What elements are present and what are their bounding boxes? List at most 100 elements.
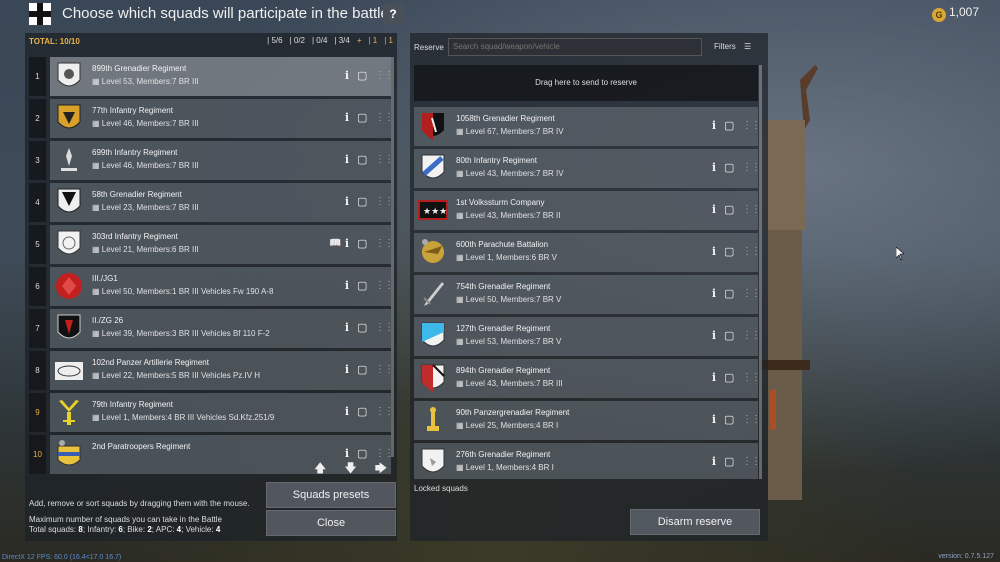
info-icon[interactable]: i [342,153,352,167]
bookmark-icon[interactable]: ▢ [724,371,734,385]
drag-handle-icon[interactable]: ⋮⋮ [375,405,394,419]
reserve-scrollbar[interactable] [759,65,762,479]
info-icon[interactable]: i [342,195,352,209]
squad-row[interactable]: 6 III./JG1 ▦ Level 50, Members:1 BR III Ve… [29,267,394,306]
info-icon[interactable]: i [709,287,719,301]
squad-card[interactable]: 102nd Panzer Artillerie Regiment ▦ Level … [50,351,394,390]
bookmark-icon[interactable]: ▢ [724,119,734,133]
squad-row[interactable]: 3 699th Infantry Regiment ▦ Level 46, Memb… [29,141,394,180]
squad-card[interactable]: III./JG1 ▦ Level 50, Members:1 BR III Veh… [50,267,394,306]
squad-card[interactable]: 58th Grenadier Regiment ▦ Level 23, Membe… [50,183,394,222]
arrow-down-icon[interactable]: 🡇 [344,459,356,480]
squad-row[interactable]: 9 79th Infantry Regiment ▦ Level 1, Member… [29,393,394,432]
bookmark-icon[interactable]: ▢ [724,161,734,175]
reserve-squads-list[interactable]: 1058th Grenadier Regiment ▦ Level 67, Mem… [414,107,758,479]
reserve-squad-row[interactable]: 276th Grenadier Regiment ▦ Level 1, Membe… [414,443,758,479]
squads-presets-button[interactable]: Squads presets [266,482,396,508]
squad-card[interactable]: II./ZG 26 ▦ Level 39, Members:3 BR III Ve… [50,309,394,348]
info-icon[interactable]: i [342,111,352,125]
info-icon[interactable]: i [709,119,719,133]
drag-handle-icon[interactable]: ⋮⋮ [742,161,758,175]
bookmark-icon[interactable]: ▢ [357,195,367,209]
squad-card[interactable]: 79th Infantry Regiment ▦ Level 1, Members… [50,393,394,432]
info-icon[interactable]: i [709,245,719,259]
bookmark-icon[interactable]: ▢ [357,279,367,293]
help-button[interactable]: ? [383,4,403,24]
info-icon[interactable]: i [342,237,352,251]
unit-emblem-icon [57,440,81,466]
search-input[interactable] [448,38,702,56]
drag-handle-icon[interactable]: ⋮⋮ [742,245,758,259]
active-squads-scrollbar[interactable] [391,57,394,457]
info-icon[interactable]: i [342,279,352,293]
squad-row[interactable]: 4 58th Grenadier Regiment ▦ Level 23, Memb… [29,183,394,222]
bookmark-icon[interactable]: ▢ [357,111,367,125]
disarm-reserve-button[interactable]: Disarm reserve [630,509,760,535]
drag-handle-icon[interactable]: ⋮⋮ [742,287,758,301]
info-icon[interactable]: i [342,321,352,335]
bookmark-icon[interactable]: ▢ [724,245,734,259]
bookmark-icon[interactable]: ▢ [724,455,734,469]
reserve-squad-row[interactable]: ★★★ 1st Volkssturm Company ▦ Level 43, Mem… [414,191,758,230]
drag-handle-icon[interactable]: ⋮⋮ [742,119,758,133]
reserve-squad-row[interactable]: 600th Parachute Battalion ▦ Level 1, Memb… [414,233,758,272]
drag-handle-icon[interactable]: ⋮⋮ [742,455,758,469]
info-icon[interactable]: i [709,455,719,469]
reserve-squad-row[interactable]: 1058th Grenadier Regiment ▦ Level 67, Mem… [414,107,758,146]
bookmark-icon[interactable]: ▢ [357,153,367,167]
drag-handle-icon[interactable]: ⋮⋮ [375,321,394,335]
arrow-right-icon[interactable]: 🡆 [375,459,387,480]
drag-handle-icon[interactable]: ⋮⋮ [375,363,394,377]
bookmark-icon[interactable]: ▢ [357,363,367,377]
drag-handle-icon[interactable]: ⋮⋮ [742,203,758,217]
book-icon[interactable]: 📖 [329,237,341,251]
drag-handle-icon[interactable]: ⋮⋮ [742,329,758,343]
squad-name: 80th Infantry Regiment [456,156,537,165]
squad-row[interactable]: 2 77th Infantry Regiment ▦ Level 46, Membe… [29,99,394,138]
squad-info: ▦ Level 1, Members:4 BR I [456,463,554,472]
reserve-squad-row[interactable]: 894th Grenadier Regiment ▦ Level 43, Memb… [414,359,758,398]
info-icon[interactable]: i [709,413,719,427]
arrow-up-icon[interactable]: 🡅 [314,459,326,480]
drag-handle-icon[interactable]: ⋮⋮ [742,413,758,427]
drag-handle-icon[interactable]: ⋮⋮ [375,111,394,125]
drag-handle-icon[interactable]: ⋮⋮ [375,153,394,167]
info-icon[interactable]: i [342,69,352,83]
info-icon[interactable]: i [342,363,352,377]
drag-handle-icon[interactable]: ⋮⋮ [742,371,758,385]
bookmark-icon[interactable]: ▢ [724,329,734,343]
info-icon[interactable]: i [709,329,719,343]
drag-handle-icon[interactable]: ⋮⋮ [375,195,394,209]
close-button[interactable]: Close [266,510,396,536]
squad-card[interactable]: 303rd Infantry Regiment ▦ Level 21, Membe… [50,225,394,264]
bookmark-icon[interactable]: ▢ [724,413,734,427]
reserve-squad-row[interactable]: 80th Infantry Regiment ▦ Level 43, Member… [414,149,758,188]
squad-card[interactable]: 699th Infantry Regiment ▦ Level 46, Membe… [50,141,394,180]
drag-handle-icon[interactable]: ⋮⋮ [375,69,394,83]
bookmark-icon[interactable]: ▢ [357,321,367,335]
drag-handle-icon[interactable]: ⋮⋮ [375,279,394,293]
info-icon[interactable]: i [709,203,719,217]
squad-row[interactable]: 7 II./ZG 26 ▦ Level 39, Members:3 BR III V… [29,309,394,348]
bookmark-icon[interactable]: ▢ [724,287,734,301]
info-icon[interactable]: i [709,161,719,175]
info-icon[interactable]: i [709,371,719,385]
bookmark-icon[interactable]: ▢ [724,203,734,217]
bookmark-icon[interactable]: ▢ [357,405,367,419]
drag-handle-icon[interactable]: ⋮⋮ [375,237,394,251]
squad-card[interactable]: 899th Grenadier Regiment ▦ Level 53, Memb… [50,57,394,96]
unit-emblem-icon [59,400,79,425]
reserve-dropzone[interactable]: Drag here to send to reserve [414,65,758,101]
info-icon[interactable]: i [342,405,352,419]
bookmark-icon[interactable]: ▢ [357,69,367,83]
squad-row[interactable]: 5 303rd Infantry Regiment ▦ Level 21, Memb… [29,225,394,264]
active-squads-list[interactable]: 1 899th Grenadier Regiment ▦ Level 53, Mem… [29,57,395,485]
squad-row[interactable]: 8 102nd Panzer Artillerie Regiment ▦ Level… [29,351,394,390]
reserve-squad-row[interactable]: 754th Grenadier Regiment ▦ Level 50, Memb… [414,275,758,314]
squad-card[interactable]: 77th Infantry Regiment ▦ Level 46, Member… [50,99,394,138]
filters-button[interactable]: Filters ☰ [714,42,751,51]
bookmark-icon[interactable]: ▢ [357,237,367,251]
reserve-squad-row[interactable]: 127th Grenadier Regiment ▦ Level 53, Memb… [414,317,758,356]
squad-row[interactable]: 1 899th Grenadier Regiment ▦ Level 53, Mem… [29,57,394,96]
reserve-squad-row[interactable]: 90th Panzergrenadier Regiment ▦ Level 25,… [414,401,758,440]
